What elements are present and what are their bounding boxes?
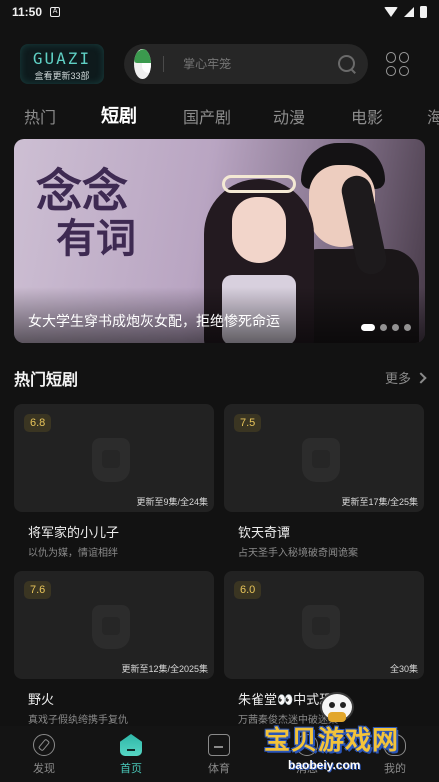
episode-progress: 更新至9集/全24集 (136, 497, 208, 507)
status-time: 11:50 (12, 5, 43, 19)
episode-progress: 更新至17集/全25集 (341, 497, 418, 507)
episode-progress: 全30集 (389, 664, 418, 674)
actress-face (232, 197, 286, 263)
user-icon (384, 734, 406, 756)
pagination-dot[interactable] (392, 324, 399, 331)
placeholder-image-icon (92, 438, 130, 482)
more-label: 更多 (384, 371, 411, 386)
score-badge: 7.6 (24, 581, 52, 599)
banner-pagination (361, 324, 411, 331)
compass-icon (33, 734, 55, 756)
pagination-dot[interactable] (404, 324, 411, 331)
banner-caption: 女大学生穿书成炮灰女配，拒绝惨死命运 (28, 313, 280, 329)
drama-card[interactable]: 7.6 更新至12集/全2025集 野火 真戏子假纨绔携手复仇 (14, 571, 214, 726)
top-header: GUAZI 盒看更新33部 (0, 40, 439, 88)
nav-label: 我的 (384, 763, 406, 775)
grid-cell (399, 52, 409, 63)
actress-sunglasses (222, 175, 296, 193)
app-logo[interactable]: GUAZI 盒看更新33部 (20, 44, 104, 84)
signal-icon (404, 7, 414, 17)
search-icon[interactable] (338, 55, 355, 73)
avatar-face (142, 63, 151, 73)
battery-icon (420, 6, 427, 18)
score-badge: 6.0 (234, 581, 262, 599)
logo-text: GUAZI (32, 49, 92, 68)
pagination-dot-active[interactable] (361, 324, 375, 331)
section-title: 热门短剧 (14, 372, 79, 389)
drama-thumbnail[interactable]: 6.8 更新至9集/全24集 (14, 404, 214, 512)
status-icons (384, 6, 427, 18)
banner-title-art: 念念 有词 (36, 167, 136, 263)
drama-thumbnail[interactable]: 7.5 更新至17集/全25集 (224, 404, 424, 512)
nav-label: 首页 (120, 763, 142, 775)
grid-cell (399, 65, 409, 76)
tab-hot[interactable]: 热门 (24, 104, 56, 128)
tab-domestic-drama[interactable]: 国产剧 (183, 104, 231, 128)
nav-label: 发现 (33, 763, 55, 775)
status-bar: 11:50 A (0, 0, 439, 24)
nav-discover[interactable]: 发现 (19, 734, 69, 776)
tab-movie[interactable]: 电影 (351, 104, 383, 128)
pagination-dot[interactable] (380, 324, 387, 331)
avatar[interactable] (134, 49, 151, 79)
drama-description: 以仇为媒，情谊相绊 (28, 548, 118, 559)
drama-title: 将军家的小儿子 (28, 525, 120, 540)
wifi-icon (384, 7, 398, 17)
placeholder-image-icon (302, 605, 340, 649)
drama-description: 万茜秦俊杰迷中破迷案 (238, 715, 338, 726)
drama-card[interactable]: 7.5 更新至17集/全25集 钦天奇谭 占天圣手入秘境破奇闻诡案 (224, 404, 424, 559)
score-badge: 7.5 (234, 414, 262, 432)
search-bar[interactable] (124, 44, 368, 84)
nav-label: 体育 (208, 763, 230, 775)
drama-description: 真戏子假纨绔携手复仇 (28, 715, 128, 726)
category-grid-icon[interactable] (386, 52, 410, 76)
chevron-right-icon (415, 371, 427, 384)
episode-progress: 更新至12集/全2025集 (121, 664, 208, 674)
drama-description: 占天圣手入秘境破奇闻诡案 (238, 548, 358, 559)
chat-icon (296, 734, 318, 756)
bottom-navigation: 发现 首页 体育 消息 我的 (0, 726, 439, 782)
tab-anime[interactable]: 动漫 (273, 104, 305, 128)
nav-label: 消息 (296, 763, 318, 775)
hot-short-drama-header: 热门短剧 更多 (14, 366, 427, 390)
search-divider (162, 56, 164, 72)
tab-short-drama[interactable]: 短剧 (101, 102, 137, 128)
placeholder-image-icon (92, 605, 130, 649)
drama-card[interactable]: 6.8 更新至9集/全24集 将军家的小儿子 以仇为媒，情谊相绊 (14, 404, 214, 559)
placeholder-image-icon (302, 438, 340, 482)
more-button[interactable]: 更多 (384, 368, 427, 387)
home-icon (120, 734, 142, 756)
category-tabs: 热门 短剧 国产剧 动漫 电影 海 (0, 100, 439, 130)
banner-title-art-line2: 有词 (56, 215, 136, 262)
drama-title: 野火 (28, 692, 55, 707)
drama-title: 朱雀堂👀中式恐怖 (238, 692, 346, 707)
hero-banner[interactable]: 念念 有词 女大学生穿书成炮灰女配，拒绝惨死命运 (14, 139, 425, 343)
notification-app-icon: A (50, 7, 61, 17)
logo-subtitle: 盒看更新33部 (34, 71, 90, 81)
score-badge: 6.8 (24, 414, 52, 432)
search-input[interactable] (183, 57, 339, 71)
drama-thumbnail[interactable]: 6.0 全30集 (224, 571, 424, 679)
nav-home[interactable]: 首页 (106, 734, 156, 776)
avatar-hat (134, 49, 151, 63)
banner-title-art-line1: 念念 (36, 164, 128, 218)
drama-title: 钦天奇谭 (238, 525, 291, 540)
nav-mine[interactable]: 我的 (370, 734, 420, 776)
tab-overflow[interactable]: 海 (427, 104, 439, 128)
grid-cell (386, 65, 396, 76)
grid-cell (386, 52, 396, 63)
nav-sports[interactable]: 体育 (194, 734, 244, 776)
nav-messages[interactable]: 消息 (282, 734, 332, 776)
sports-icon (208, 734, 230, 756)
drama-thumbnail[interactable]: 7.6 更新至12集/全2025集 (14, 571, 214, 679)
drama-card[interactable]: 6.0 全30集 朱雀堂👀中式恐怖 万茜秦俊杰迷中破迷案 (224, 571, 424, 726)
